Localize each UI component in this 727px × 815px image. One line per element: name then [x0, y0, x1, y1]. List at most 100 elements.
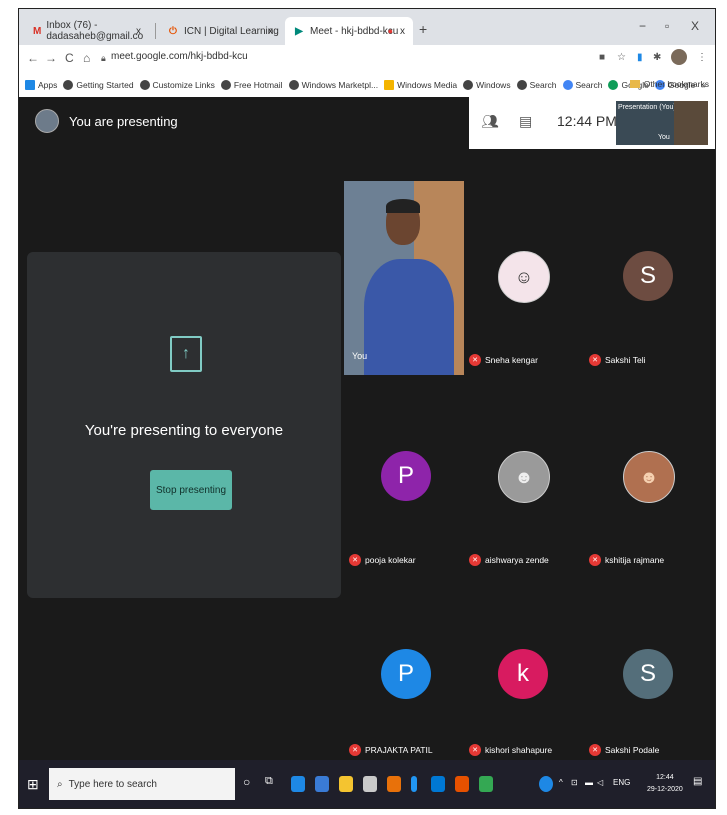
person-body [364, 259, 454, 375]
presenting-message: You're presenting to everyone [84, 422, 284, 439]
search-icon: ⌕ [57, 778, 63, 790]
close-window-button[interactable]: X [691, 19, 699, 33]
tab-icn[interactable]: ⏻ ICN | Digital Learning x [159, 17, 281, 45]
firefox-icon[interactable] [455, 776, 469, 792]
tab-strip: M Inbox (76) - dadasaheb@gmail.co x ⏻ IC… [19, 9, 715, 45]
url-field[interactable]: meet.google.com/hkj-bdbd-kcu [111, 51, 248, 62]
globe-icon [516, 80, 527, 90]
network-icon[interactable]: ⊡ [571, 778, 578, 787]
battery-icon[interactable]: ▬ [585, 778, 593, 787]
maximize-button[interactable]: ▫ [665, 19, 669, 33]
windows-icon [384, 80, 395, 90]
globe-icon [139, 80, 150, 90]
extension-icon[interactable]: ▮ [637, 52, 643, 63]
bookmark-item[interactable]: Windows Media [384, 80, 457, 90]
participant-name: ✕ PRAJAKTA PATIL [349, 744, 433, 756]
stop-presenting-button[interactable]: Stop presenting [150, 470, 232, 510]
thumbnail-you-label: You [658, 134, 670, 141]
participant-name: ✕ aishwarya zende [469, 554, 549, 566]
clock-date: 29-12-2020 [647, 786, 683, 793]
cortana-icon[interactable]: ○ [243, 775, 250, 789]
puzzle-icon[interactable]: ✱ [653, 52, 661, 63]
bookmark-apps[interactable]: Apps [25, 80, 57, 90]
search-placeholder: Type here to search [68, 778, 157, 790]
store-icon[interactable] [363, 776, 377, 792]
person-hair [386, 199, 420, 213]
mic-off-icon: ✕ [469, 744, 481, 756]
bookmark-item[interactable]: Search [516, 80, 557, 90]
apps-grid-icon [25, 80, 35, 90]
new-tab-button[interactable]: + [419, 21, 427, 37]
participant-name: ✕ Sakshi Teli [589, 354, 645, 366]
tab-label: Meet - hkj-bdbd-kcu [310, 25, 399, 37]
notification-icon[interactable]: ▤ [693, 776, 702, 787]
mic-off-icon: ✕ [349, 554, 361, 566]
user-icon[interactable] [539, 776, 553, 792]
volume-icon[interactable]: ◁ [597, 778, 603, 787]
star-icon[interactable]: ☆ [617, 52, 626, 63]
reload-icon[interactable]: C [65, 51, 74, 65]
tray-chevron-icon[interactable]: ^ [559, 778, 563, 787]
present-upload-icon: ↑ [170, 336, 202, 372]
bookmark-item[interactable]: Getting Started [63, 80, 134, 90]
globe-icon [463, 80, 474, 90]
bookmark-item[interactable]: Search [562, 80, 602, 90]
home-icon[interactable]: ⌂ [83, 51, 90, 65]
task-view-icon[interactable]: ⧉ [265, 775, 273, 788]
chrome-icon[interactable] [387, 776, 401, 792]
gmail-icon: M [33, 25, 42, 37]
language-indicator[interactable]: ENG [613, 778, 630, 787]
participant-avatar-initial: S [623, 649, 673, 699]
tab-meet[interactable]: ▶ Meet - hkj-bdbd-kcu ● x [285, 17, 413, 45]
minimize-button[interactable]: − [639, 19, 646, 33]
folder-icon [629, 80, 640, 88]
other-bookmarks[interactable]: Other bookmarks [629, 79, 709, 89]
presenting-status: You are presenting [69, 113, 178, 129]
participant-avatar-photo: ☻ [623, 451, 675, 503]
you-label: You [352, 351, 368, 361]
meet-app-icon[interactable] [479, 776, 493, 792]
tab-label: Inbox (76) - dadasaheb@gmail.co [46, 20, 144, 42]
file-explorer-icon[interactable] [339, 776, 353, 792]
participant-name: ✕ pooja kolekar [349, 554, 416, 566]
bookmark-item[interactable]: Free Hotmail [220, 80, 283, 90]
chat-icon[interactable]: ▤ [519, 113, 532, 130]
participant-name: ✕ Sneha kengar [469, 354, 538, 366]
camera-icon[interactable]: ■ [599, 52, 605, 63]
self-video-tile[interactable]: You [344, 181, 464, 375]
mic-off-icon: ✕ [589, 554, 601, 566]
mic-off-icon: ✕ [589, 354, 601, 366]
taskbar-clock[interactable]: 12:44 29-12-2020 [647, 772, 683, 796]
lock-icon[interactable]: 🔒︎ [101, 53, 106, 64]
search-icon [608, 80, 619, 90]
taskbar-search[interactable]: ⌕ Type here to search [49, 768, 235, 800]
mic-off-icon: ✕ [349, 744, 361, 756]
tab-close-icon[interactable]: x [268, 26, 273, 37]
edge-icon[interactable] [291, 776, 305, 792]
clock-time: 12:44 [656, 774, 674, 781]
mic-off-icon: ✕ [469, 554, 481, 566]
participant-avatar-photo: ☻ [498, 451, 550, 503]
forward-icon[interactable]: → [45, 51, 57, 65]
participant-avatar-photo: ☺ [498, 251, 550, 303]
menu-kebab-icon[interactable]: ⋮ [697, 52, 707, 63]
avatar [35, 109, 59, 133]
tab-gmail[interactable]: M Inbox (76) - dadasaheb@gmail.co x [25, 17, 149, 45]
dropbox-icon[interactable] [315, 776, 329, 792]
mail-icon[interactable] [431, 776, 445, 792]
vscode-icon[interactable] [411, 776, 417, 792]
windows-start-icon[interactable]: ⊞ [27, 776, 39, 793]
self-video-thumb [674, 101, 708, 145]
people-icon[interactable]: 👥︎ [481, 113, 499, 130]
tab-close-icon[interactable]: x [400, 26, 405, 37]
meet-top-bar: 👥︎ ▤ 12:44 PM Presentation (You) You [469, 97, 715, 149]
back-icon[interactable]: ← [27, 51, 39, 65]
presentation-thumbnail[interactable]: Presentation (You) You [616, 101, 708, 145]
bookmark-item[interactable]: Customize Links [139, 80, 215, 90]
address-bar-row: ← → C ⌂ 🔒︎ meet.google.com/hkj-bdbd-kcu … [19, 45, 715, 74]
bookmark-item[interactable]: Windows [463, 80, 511, 90]
tab-separator [155, 23, 156, 39]
profile-avatar[interactable] [671, 49, 687, 65]
bookmark-item[interactable]: Windows Marketpl... [288, 80, 378, 90]
tab-close-icon[interactable]: x [136, 26, 141, 37]
